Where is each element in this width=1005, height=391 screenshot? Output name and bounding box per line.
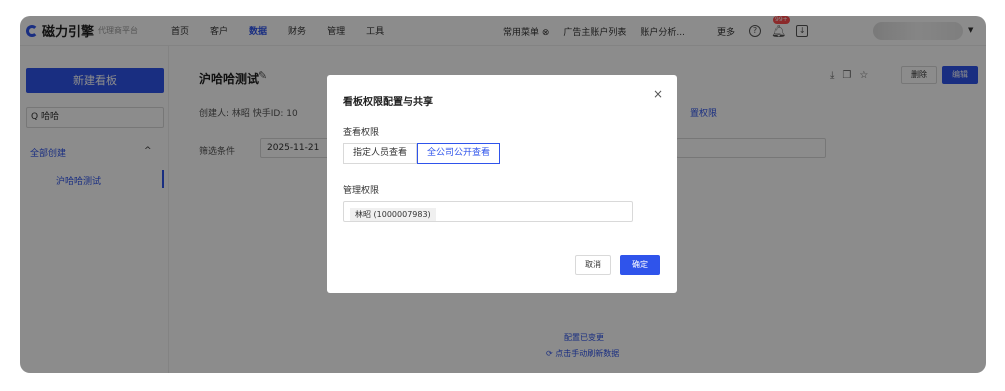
manage-permission-select[interactable]: 林昭 (1000007983) — [343, 201, 633, 222]
confirm-button[interactable]: 确定 — [620, 255, 660, 275]
app-frame: 磁力引擎 代理商平台 首页 客户 数据 财务 管理 工具 常用菜单 ⊗ 广告主账… — [20, 16, 986, 373]
view-permission-toggle: 指定人员查看 全公司公开查看 — [343, 143, 501, 164]
user-tag[interactable]: 林昭 (1000007983) — [350, 208, 436, 221]
option-company-public[interactable]: 全公司公开查看 — [417, 143, 501, 164]
option-specified-users[interactable]: 指定人员查看 — [343, 143, 418, 164]
permission-modal: 看板权限配置与共享 × 查看权限 指定人员查看 全公司公开查看 管理权限 林昭 … — [327, 75, 677, 293]
cancel-button[interactable]: 取消 — [575, 255, 611, 275]
view-permission-label: 查看权限 — [343, 128, 380, 138]
modal-title: 看板权限配置与共享 — [343, 97, 433, 108]
manage-permission-label: 管理权限 — [343, 186, 380, 196]
close-icon[interactable]: × — [653, 87, 663, 101]
